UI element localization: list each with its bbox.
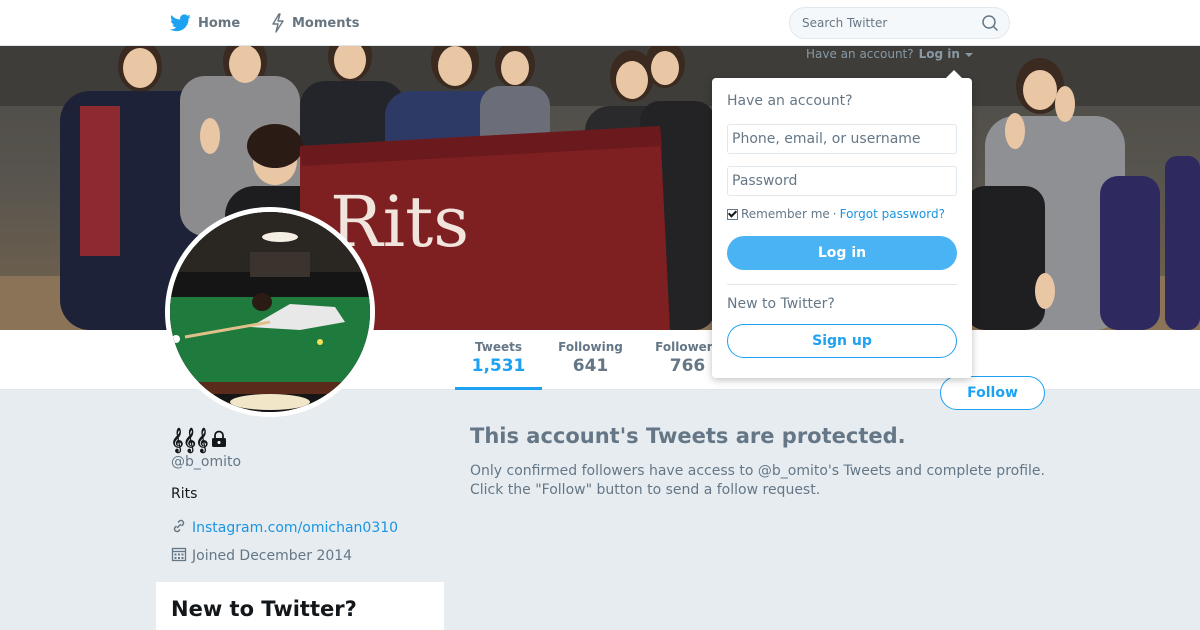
lightning-icon <box>271 13 285 33</box>
following-label: Following <box>558 340 623 354</box>
nav-moments[interactable]: Moments <box>271 0 359 46</box>
avatar[interactable] <box>165 207 375 417</box>
new-to-twitter-title: New to Twitter? <box>171 597 357 621</box>
tab-following[interactable]: Following 641 <box>551 340 630 376</box>
login-button[interactable]: Log in <box>727 236 957 270</box>
remember-row: Remember me · Forgot password? <box>727 207 945 221</box>
login-dropdown: Have an account? Remember me · Forgot pa… <box>712 70 972 378</box>
remember-checkbox[interactable] <box>727 208 738 220</box>
search-icon[interactable] <box>981 14 999 36</box>
caret-down-icon[interactable] <box>964 47 973 61</box>
protected-message-line-2: Click the "Follow" button to send a foll… <box>470 482 821 498</box>
nav-home[interactable]: Home <box>170 0 240 46</box>
new-to-twitter-card: New to Twitter? <box>156 582 444 630</box>
profile-url-row: Instagram.com/omichan0310 <box>171 518 398 538</box>
remember-separator: · <box>832 207 837 221</box>
dropdown-divider <box>727 284 957 285</box>
profile-name-row: 𝄞𝄞𝄞 <box>171 428 228 453</box>
login-mini: Have an account? Log in <box>806 46 973 61</box>
protected-title: This account's Tweets are protected. <box>470 424 906 448</box>
dropdown-new-prompt: New to Twitter? <box>727 296 835 312</box>
tab-tweets[interactable]: Tweets 1,531 <box>455 340 542 390</box>
remember-label[interactable]: Remember me <box>741 207 830 221</box>
tweets-label: Tweets <box>474 340 523 354</box>
lock-icon <box>210 430 228 452</box>
login-mini-prompt: Have an account? <box>806 46 914 61</box>
calendar-icon <box>171 546 187 566</box>
username-input[interactable] <box>727 124 957 154</box>
protected-message: Only confirmed followers have access to … <box>470 462 1060 500</box>
follow-button[interactable]: Follow <box>940 376 1045 410</box>
profile-joined-row: Joined December 2014 <box>171 546 352 566</box>
profile-joined-date: Joined December 2014 <box>192 548 353 564</box>
search-box <box>789 7 1010 39</box>
login-mini-link[interactable]: Log in <box>919 47 960 61</box>
search-input[interactable] <box>802 8 972 38</box>
link-icon <box>171 518 187 538</box>
top-navigation-bar: Home Moments <box>0 0 1200 46</box>
forgot-password-link[interactable]: Forgot password? <box>840 207 945 221</box>
dropdown-caret <box>946 70 962 78</box>
dropdown-title: Have an account? <box>727 93 853 109</box>
profile-url-link[interactable]: Instagram.com/omichan0310 <box>192 520 398 536</box>
signup-button[interactable]: Sign up <box>727 324 957 358</box>
tweets-count: 1,531 <box>471 356 526 376</box>
profile-name: 𝄞𝄞𝄞 <box>171 428 209 452</box>
nav-moments-label: Moments <box>292 15 360 31</box>
nav-home-label: Home <box>198 15 241 31</box>
protected-message-line-1: Only confirmed followers have access to … <box>470 463 1045 479</box>
profile-handle: @b_omito <box>171 454 242 470</box>
profile-bio: Rits <box>171 486 198 502</box>
password-input[interactable] <box>727 166 957 196</box>
following-count: 641 <box>572 356 609 376</box>
avatar-illustration <box>170 212 370 412</box>
twitter-bird-icon <box>170 14 191 32</box>
